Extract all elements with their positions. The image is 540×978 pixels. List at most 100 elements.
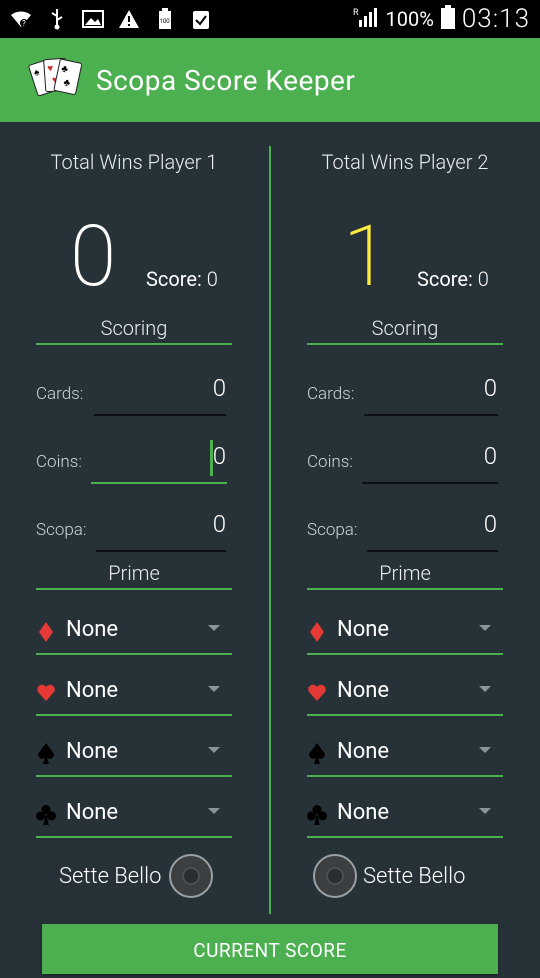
score-line: Score: 0 — [417, 267, 489, 291]
dropdown-caret-icon — [208, 747, 220, 753]
prime-hearts-select[interactable]: None — [307, 676, 503, 716]
scopa-input[interactable]: 0 — [484, 510, 497, 538]
cards-underline — [94, 414, 226, 416]
cards-label: Cards: — [36, 384, 84, 404]
sette-bello-label: Sette Bello — [363, 863, 466, 889]
prime-divider — [307, 588, 503, 590]
spade-suit-icon — [307, 741, 327, 767]
cards-input[interactable]: 0 — [213, 374, 226, 402]
cards-underline — [364, 414, 498, 416]
total-wins-value: 1 — [343, 207, 390, 306]
sette-bello-radio[interactable] — [313, 854, 357, 898]
heart-suit-icon — [307, 680, 327, 706]
select-underline — [36, 775, 232, 777]
sette-bello-row: Sette Bello — [59, 852, 214, 900]
coins-input[interactable]: 0 — [484, 442, 497, 470]
prime-spades-value: None — [337, 739, 390, 764]
scopa-underline — [367, 550, 498, 552]
total-wins-value: 0 — [70, 207, 117, 306]
prime-hearts-select[interactable]: None — [36, 676, 232, 716]
usb-icon — [46, 8, 68, 30]
select-underline — [36, 653, 232, 655]
dropdown-caret-icon — [479, 747, 491, 753]
warning-icon — [118, 8, 140, 30]
battery-percent: 100% — [385, 7, 434, 31]
wifi-icon: ? — [10, 8, 32, 30]
prime-header: Prime — [379, 561, 431, 585]
coins-label: Coins: — [36, 452, 82, 472]
wins-title: Total Wins Player 1 — [50, 150, 218, 174]
score-label: Score: — [146, 267, 202, 291]
prime-spades-value: None — [66, 739, 119, 764]
cards-field-row: Cards: 0 — [36, 370, 232, 420]
prime-clubs-select[interactable]: None — [307, 798, 503, 838]
scopa-label: Scopa: — [36, 520, 87, 540]
dropdown-caret-icon — [479, 808, 491, 814]
radio-dot — [326, 867, 344, 885]
column-divider — [269, 146, 271, 914]
svg-text:?: ? — [22, 19, 26, 28]
spade-suit-icon — [36, 741, 56, 767]
prime-spades-select[interactable]: None — [36, 737, 232, 777]
status-bar: ? 100 R 100% 03:13 — [0, 0, 540, 38]
score-value: 0 — [477, 267, 489, 291]
app-title: Scopa Score Keeper — [96, 63, 356, 97]
dropdown-caret-icon — [479, 625, 491, 631]
svg-text:♥: ♥ — [47, 63, 54, 74]
image-icon — [82, 8, 104, 30]
prime-clubs-value: None — [337, 800, 390, 825]
dropdown-caret-icon — [479, 686, 491, 692]
prime-clubs-select[interactable]: None — [36, 798, 232, 838]
sette-bello-row: Sette Bello — [313, 852, 465, 900]
battery-100-icon: 100 — [154, 8, 176, 30]
player-1-panel: Total Wins Player 1 0 Score: 0 Scoring C… — [36, 122, 266, 922]
score-line: Score: 0 — [146, 267, 218, 291]
wins-title: Total Wins Player 2 — [321, 150, 489, 174]
playing-cards-logo-icon: ♠ ♥ ♥ ♣ ♣ — [28, 53, 86, 107]
prime-header: Prime — [108, 561, 160, 585]
cards-input[interactable]: 0 — [484, 374, 497, 402]
prime-diamonds-select[interactable]: None — [36, 615, 232, 655]
scoring-header: Scoring — [371, 316, 439, 340]
scoring-divider — [307, 343, 503, 345]
score-value: 0 — [206, 267, 218, 291]
coins-field-row: Coins: 0 — [36, 438, 232, 488]
heart-suit-icon — [36, 680, 56, 706]
coins-label: Coins: — [307, 452, 353, 472]
radio-dot — [182, 867, 201, 885]
club-suit-icon — [36, 802, 56, 828]
clock: 03:13 — [461, 4, 530, 34]
prime-diamonds-value: None — [337, 617, 390, 642]
scopa-label: Scopa: — [307, 520, 358, 540]
diamond-suit-icon — [307, 619, 327, 645]
prime-divider — [36, 588, 232, 590]
select-underline — [307, 775, 503, 777]
dropdown-caret-icon — [208, 625, 220, 631]
scopa-field-row: Scopa: 0 — [307, 506, 503, 556]
select-underline — [307, 653, 503, 655]
prime-clubs-value: None — [66, 800, 119, 825]
prime-hearts-value: None — [337, 678, 390, 703]
coins-input[interactable]: 0 — [213, 442, 226, 470]
prime-diamonds-select[interactable]: None — [307, 615, 503, 655]
select-underline — [36, 836, 232, 838]
dropdown-caret-icon — [208, 686, 220, 692]
club-suit-icon — [307, 802, 327, 828]
sette-bello-radio[interactable] — [169, 854, 214, 898]
scopa-field-row: Scopa: 0 — [36, 506, 232, 556]
battery-icon — [440, 4, 456, 34]
app-bar: ♠ ♥ ♥ ♣ ♣ Scopa Score Keeper — [0, 38, 540, 122]
select-underline — [307, 836, 503, 838]
sette-bello-label: Sette Bello — [59, 863, 162, 889]
diamond-suit-icon — [36, 619, 56, 645]
scoring-header: Scoring — [100, 316, 168, 340]
prime-spades-select[interactable]: None — [307, 737, 503, 777]
scopa-input[interactable]: 0 — [213, 510, 226, 538]
signal-icon: R — [353, 6, 379, 33]
scoring-divider — [36, 343, 232, 345]
clipboard-icon — [190, 8, 212, 30]
coins-underline — [362, 482, 498, 484]
cards-field-row: Cards: 0 — [307, 370, 503, 420]
prime-diamonds-value: None — [66, 617, 119, 642]
current-score-button[interactable]: CURRENT SCORE — [42, 924, 498, 974]
